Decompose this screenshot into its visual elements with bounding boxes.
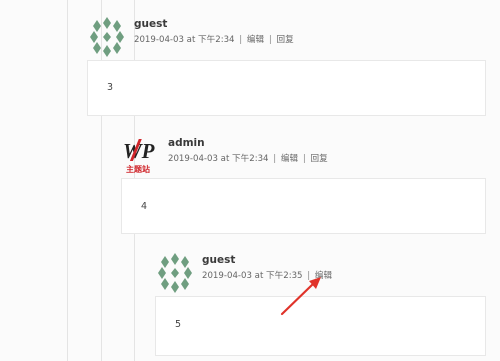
identicon-avatar (90, 17, 124, 57)
wp-logo-avatar: WP 主题站 (123, 139, 155, 174)
comment-author: admin (168, 137, 205, 149)
identicon-avatar (158, 253, 192, 293)
comment-header: guest 2019-04-03 at 下午2:34 | 编辑 | 回复 (87, 17, 294, 57)
comment-date: 2019-04-03 at 下午2:34 (168, 154, 269, 164)
comment-text: 3 (107, 82, 114, 93)
comment-author: guest (202, 254, 236, 266)
reply-link[interactable]: 回复 (276, 35, 293, 45)
comment-header: WP 主题站 admin 2019-04-03 at 下午2:34 | 编辑 |… (123, 137, 328, 174)
edit-link[interactable]: 编辑 (247, 35, 264, 45)
comment-author: guest (134, 18, 168, 30)
comment-date: 2019-04-03 at 下午2:34 (134, 35, 235, 45)
comment-body: 4 (121, 178, 486, 234)
edit-link[interactable]: 编辑 (281, 154, 298, 164)
comment-body: 3 (87, 60, 486, 116)
edit-link[interactable]: 编辑 (315, 271, 332, 281)
reply-link[interactable]: 回复 (310, 154, 327, 164)
comment-body: 5 (155, 296, 486, 356)
comment-text: 4 (141, 201, 148, 212)
comment-header: guest 2019-04-03 at 下午2:35 | 编辑 (155, 253, 332, 293)
logo-subtext: 主题站 (126, 164, 150, 174)
thread-line-1 (67, 0, 68, 361)
comment-date: 2019-04-03 at 下午2:35 (202, 271, 303, 281)
comment-text: 5 (175, 319, 182, 330)
